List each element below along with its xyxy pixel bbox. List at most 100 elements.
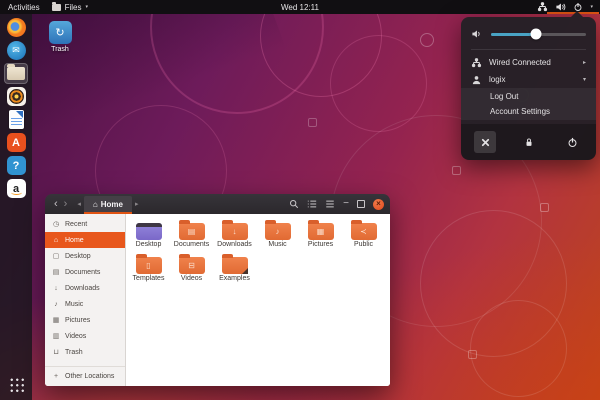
file-item-label: Templates — [132, 274, 165, 282]
plus-icon: + — [53, 372, 59, 380]
sidebar-item-documents[interactable]: ▤ Documents — [45, 264, 125, 280]
sidebar-item-home[interactable]: ⌂ Home — [45, 232, 125, 248]
file-item-music[interactable]: ♪ Music — [256, 219, 299, 249]
file-list-area[interactable]: Desktop ▤ Documents ↓ Downloads ♪ Music ▦ Pi… — [126, 214, 390, 386]
path-scroll-left-icon[interactable]: ◂ — [77, 200, 81, 208]
maximize-button[interactable] — [357, 200, 365, 208]
volume-row — [461, 22, 596, 46]
file-item-label: Pictures — [307, 241, 334, 248]
menu-item-wired[interactable]: Wired Connected ▸ — [461, 54, 596, 71]
account-settings-label: Account Settings — [490, 107, 551, 116]
power-button[interactable] — [561, 131, 583, 153]
app-menu-files[interactable]: Files ▾ — [51, 1, 88, 12]
menu-item-user[interactable]: logix ▾ — [461, 71, 596, 88]
dock-item-amazon[interactable]: a — [4, 178, 28, 199]
chevron-down-icon: ▾ — [582, 77, 586, 83]
desktop-icon: ▢ — [52, 253, 60, 260]
dock-item-thunderbird[interactable]: ✉ — [4, 40, 28, 61]
menu-item-account-settings[interactable]: Account Settings — [461, 104, 596, 119]
hamburger-menu-icon[interactable] — [325, 199, 335, 209]
dock-item-firefox[interactable] — [4, 17, 28, 38]
path-scroll-right-icon[interactable]: ▸ — [135, 200, 139, 208]
sidebar-item-recent[interactable]: ◷ Recent — [45, 216, 125, 232]
dock-item-ubuntu-software[interactable]: A — [4, 132, 28, 153]
files-app-icon — [51, 1, 61, 11]
file-item-pictures[interactable]: ▦ Pictures — [299, 219, 342, 249]
sidebar-item-label: Trash — [65, 348, 83, 356]
file-item-label: Documents — [173, 241, 210, 248]
home-icon: ⌂ — [92, 199, 98, 209]
sidebar-item-label: Home — [65, 236, 84, 244]
sidebar-item-music[interactable]: ♪ Music — [45, 296, 125, 312]
videos-icon: ▥ — [52, 333, 60, 340]
chevron-down-icon: ▾ — [85, 4, 88, 10]
file-item-downloads[interactable]: ↓ Downloads — [213, 219, 256, 249]
trash-label: Trash — [51, 46, 69, 53]
close-button[interactable]: × — [373, 198, 384, 210]
file-item-templates[interactable]: ▯ Templates — [127, 253, 170, 283]
network-wired-icon — [538, 2, 548, 12]
wallpaper-ring — [420, 210, 567, 357]
activities-button[interactable]: Activities — [8, 3, 40, 12]
dock-item-libreoffice-writer[interactable] — [4, 109, 28, 130]
wallpaper-dot — [420, 33, 434, 47]
show-applications-button[interactable] — [8, 377, 24, 392]
wallpaper-square — [308, 118, 317, 127]
sidebar-item-label: Music — [65, 300, 84, 308]
path-bar: ◂ ⌂ Home ▸ — [74, 194, 141, 214]
desktop-trash-icon[interactable]: ↻ Trash — [44, 21, 76, 53]
search-icon[interactable] — [289, 199, 299, 209]
home-icon: ⌂ — [53, 236, 59, 244]
file-item-examples[interactable]: Examples — [213, 253, 256, 283]
sidebar-item-downloads[interactable]: ↓ Downloads — [45, 280, 125, 296]
sidebar-item-trash[interactable]: ⊔ Trash — [45, 344, 125, 360]
chevron-down-icon: ▾ — [590, 4, 593, 10]
path-button-home[interactable]: ⌂ Home — [83, 196, 132, 214]
file-item-label: Desktop — [135, 241, 162, 248]
file-item-videos[interactable]: ⊟ Videos — [170, 253, 213, 283]
desktop-folder-icon — [135, 223, 162, 240]
sidebar-item-pictures[interactable]: ▦ Pictures — [45, 312, 125, 328]
sidebar-item-label: Desktop — [65, 252, 91, 260]
sidebar-item-desktop[interactable]: ▢ Desktop — [45, 248, 125, 264]
file-item-label: Public — [353, 241, 374, 248]
settings-button[interactable] — [474, 131, 496, 153]
volume-slider[interactable] — [491, 28, 586, 40]
libreoffice-writer-icon — [8, 110, 24, 129]
clock[interactable]: Wed 12:11 — [0, 3, 600, 12]
trash-icon: ⊔ — [53, 349, 59, 356]
trash-icon: ↻ — [48, 21, 72, 44]
menu-separator — [471, 49, 586, 50]
downloads-icon: ↓ — [54, 284, 58, 292]
volume-slider-knob[interactable] — [530, 28, 542, 40]
minimize-button[interactable]: − — [343, 199, 349, 209]
file-item-public[interactable]: ≺ Public — [342, 219, 385, 249]
network-wired-icon — [471, 57, 482, 67]
forward-button[interactable]: › — [64, 198, 68, 210]
menu-item-log-out[interactable]: Log Out — [461, 89, 596, 104]
log-out-label: Log Out — [490, 92, 519, 101]
wallpaper-wedge — [0, 0, 286, 164]
view-list-icon[interactable] — [307, 199, 317, 209]
headerbar[interactable]: ‹ › ◂ ⌂ Home ▸ − × — [45, 194, 390, 214]
sidebar-item-label: Pictures — [65, 316, 91, 324]
sidebar-item-other-locations[interactable]: + Other Locations — [45, 366, 125, 385]
sidebar-item-videos[interactable]: ▥ Videos — [45, 328, 125, 344]
file-item-desktop[interactable]: Desktop — [127, 219, 170, 249]
dock-item-files[interactable] — [4, 63, 28, 84]
dock-item-rhythmbox[interactable] — [4, 86, 28, 107]
folder-icon — [221, 253, 248, 274]
sidebar-item-label: Downloads — [65, 284, 100, 292]
lock-button[interactable] — [518, 131, 540, 153]
dock-item-help[interactable]: ? — [4, 155, 28, 176]
system-action-buttons — [461, 124, 596, 160]
folder-icon: ▦ — [307, 220, 334, 240]
file-item-label: Examples — [219, 274, 250, 282]
folder-icon: ♪ — [264, 220, 291, 240]
folder-icon: ↓ — [221, 220, 248, 240]
back-button[interactable]: ‹ — [54, 198, 58, 210]
system-status-area[interactable]: ▾ — [537, 0, 600, 14]
power-icon — [568, 137, 576, 147]
amazon-icon: a — [6, 179, 26, 198]
file-item-documents[interactable]: ▤ Documents — [170, 219, 213, 249]
